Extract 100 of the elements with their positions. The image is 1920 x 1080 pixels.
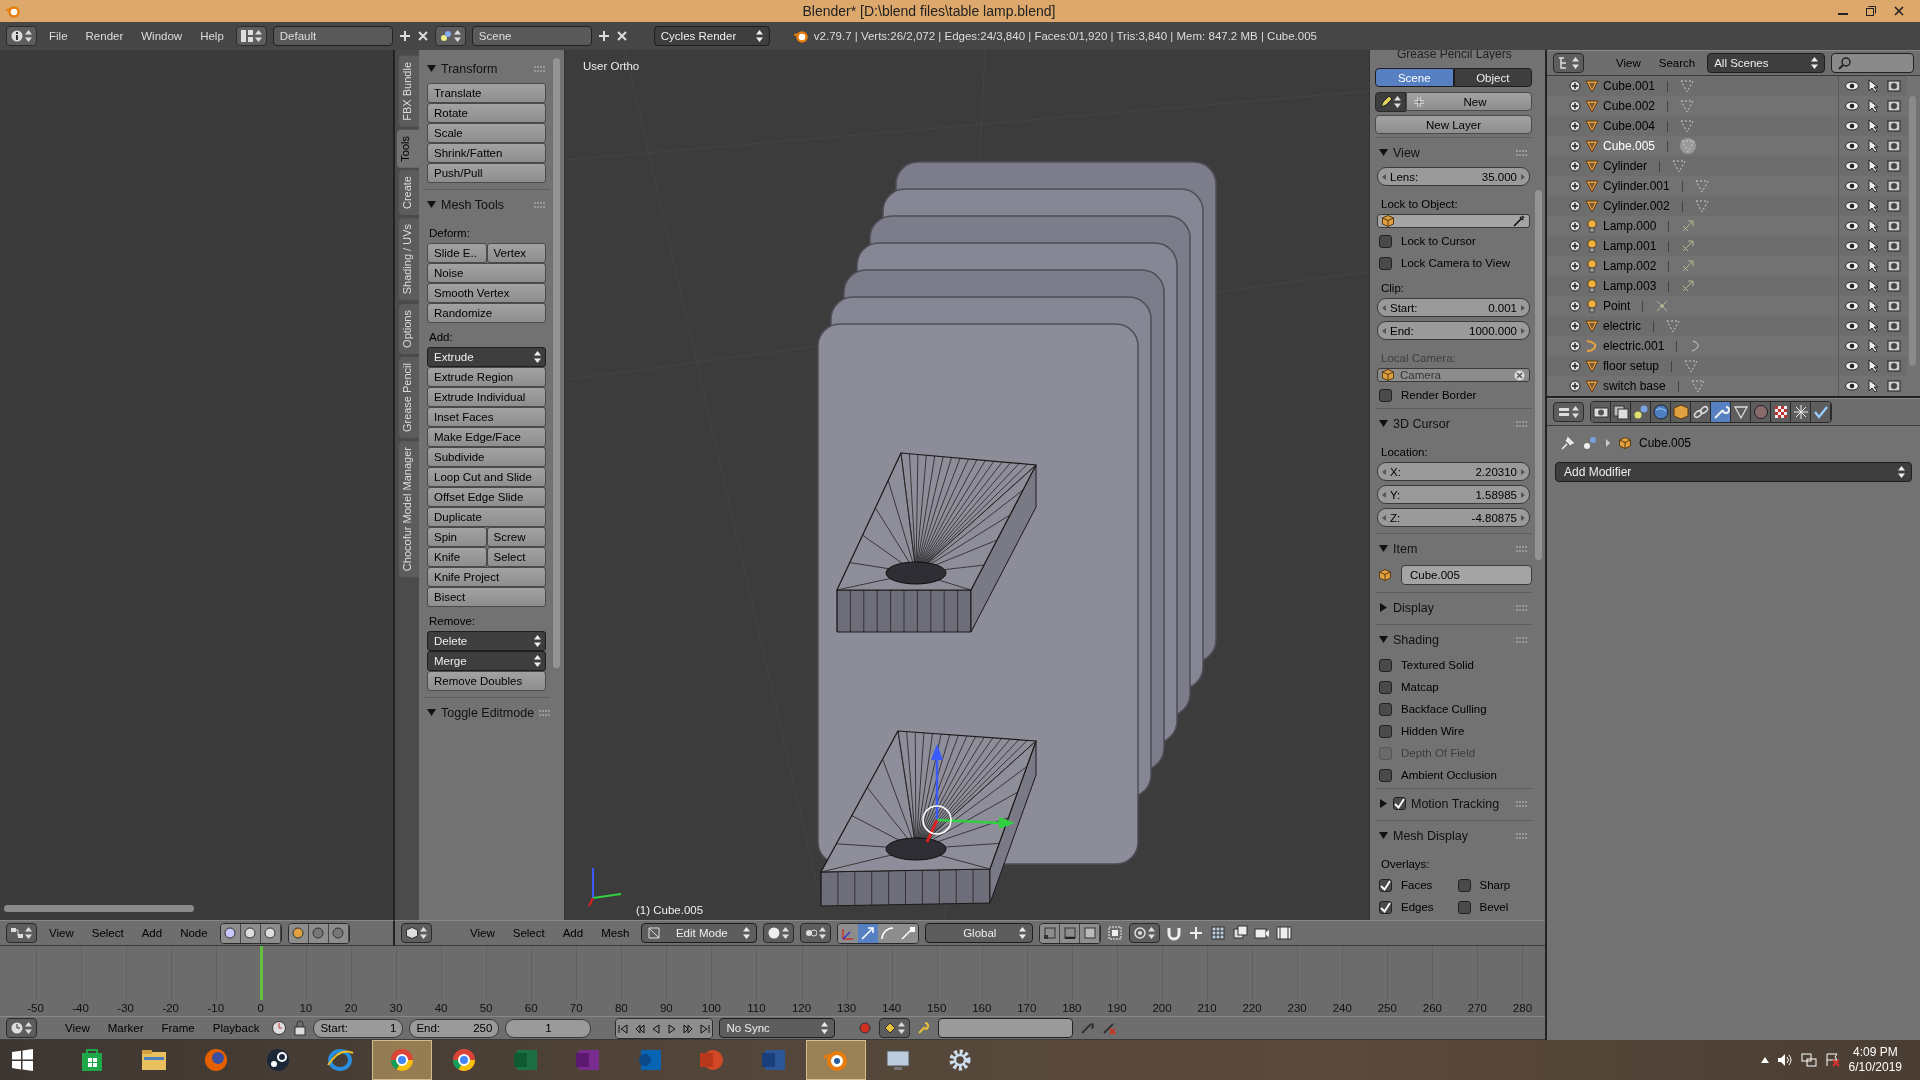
tool-button[interactable]: Extrude Region <box>427 367 546 387</box>
menu-item[interactable]: Marker <box>101 1020 150 1036</box>
tool-button[interactable]: Knife <box>427 547 487 567</box>
outliner-item[interactable]: electric <box>1603 319 1641 333</box>
tool-button[interactable]: Loop Cut and Slide <box>427 467 546 487</box>
shelf-tab[interactable]: Chocofur Model Manager <box>399 440 419 577</box>
panel-header[interactable]: Toggle Editmode <box>423 698 550 727</box>
menu-item[interactable]: Search <box>1652 55 1702 71</box>
mode-toggle[interactable]: Scene <box>1375 68 1454 87</box>
outliner-item[interactable]: Cube.005 <box>1603 139 1656 153</box>
render-engine-dropdown[interactable]: Cycles Render <box>653 26 770 46</box>
outliner-item[interactable]: Cube.002 <box>1603 99 1656 113</box>
name-field[interactable]: Cube.005 <box>1401 565 1532 585</box>
menu-item[interactable]: View <box>1610 55 1647 71</box>
outliner-item[interactable]: electric.001 <box>1603 339 1665 353</box>
scene-field[interactable]: Scene <box>471 26 592 46</box>
panel-header[interactable]: Display <box>1375 593 1532 622</box>
panel-header[interactable]: View <box>1375 138 1532 167</box>
tool-button[interactable]: Subdivide <box>427 447 546 467</box>
menu-item[interactable]: Select <box>506 925 551 941</box>
shelf-tab[interactable]: Tools <box>397 129 419 168</box>
tool-button[interactable]: Shrink/Fatten <box>427 143 546 163</box>
tool-button[interactable]: Rotate <box>427 103 546 123</box>
outliner-item[interactable]: Lamp.001 <box>1603 239 1657 253</box>
number-field[interactable]: Z: -4.80875 <box>1377 508 1530 527</box>
panel-header[interactable]: Item <box>1375 534 1532 563</box>
tool-button[interactable]: Spin <box>427 527 487 547</box>
mode-toggle[interactable]: Object <box>1453 68 1532 87</box>
tool-button[interactable]: Slide E.. <box>427 243 487 263</box>
outliner-item[interactable]: floor setup <box>1603 359 1660 373</box>
dropdown[interactable]: Merge <box>427 651 546 671</box>
panel-header[interactable]: Transform <box>423 54 550 83</box>
menu-item[interactable]: View <box>464 925 501 941</box>
panel-header[interactable]: Motion Tracking <box>1375 789 1532 818</box>
dropdown[interactable]: Extrude <box>427 347 546 367</box>
tool-button[interactable]: Select <box>486 547 546 567</box>
display-mode-dropdown[interactable]: All Scenes <box>1707 53 1826 73</box>
outliner-item[interactable]: Cylinder.001 <box>1603 179 1670 193</box>
outliner-item[interactable]: Lamp.000 <box>1603 219 1657 233</box>
menu-item[interactable]: Playback <box>206 1020 266 1036</box>
number-field[interactable]: Y: 1.58985 <box>1377 485 1530 504</box>
tool-button[interactable]: Push/Pull <box>427 163 546 183</box>
new-button[interactable]: New <box>1406 92 1532 111</box>
layout-field[interactable]: Default <box>272 26 393 46</box>
menu-item[interactable]: Mesh <box>595 925 636 941</box>
panel-header[interactable]: Shading <box>1375 625 1532 654</box>
orientation-dropdown[interactable]: Global <box>925 923 1034 943</box>
tool-button[interactable]: Noise <box>427 263 546 283</box>
menu-item[interactable]: Render <box>79 28 130 44</box>
mode-dropdown[interactable]: Edit Mode <box>641 923 758 943</box>
number-field[interactable]: Start: 0.001 <box>1377 298 1530 317</box>
menu-item[interactable]: Window <box>135 28 189 44</box>
end-frame-field[interactable]: End: 250 <box>409 1018 500 1038</box>
shelf-tab[interactable]: Shading / UVs <box>399 218 419 301</box>
tool-button[interactable]: Remove Doubles <box>427 671 546 691</box>
menu-item[interactable]: View <box>43 925 80 941</box>
menu-item[interactable]: Node <box>174 925 214 941</box>
current-frame-field[interactable]: 1 <box>505 1018 592 1038</box>
tool-button[interactable]: Duplicate <box>427 507 546 527</box>
shelf-tab[interactable]: Grease Pencil <box>399 356 419 438</box>
shelf-tab[interactable]: Create <box>399 170 419 216</box>
shelf-tab[interactable]: Options <box>399 303 419 354</box>
tool-button[interactable]: Make Edge/Face <box>427 427 546 447</box>
tool-button[interactable]: Extrude Individual <box>427 387 546 407</box>
clock[interactable]: 4:09 PM 6/10/2019 <box>1848 1045 1902 1075</box>
outliner-item[interactable]: switch base <box>1603 379 1666 393</box>
panel-header[interactable]: 3D Cursor <box>1375 409 1532 438</box>
menu-item[interactable]: Add <box>556 925 590 941</box>
panel-header[interactable]: Mesh Tools <box>423 190 550 219</box>
menu-item[interactable]: View <box>59 1020 96 1036</box>
outliner-item[interactable]: Cube.004 <box>1603 119 1656 133</box>
outliner-item[interactable]: Cylinder.002 <box>1603 199 1670 213</box>
tool-button[interactable]: Offset Edge Slide <box>427 487 546 507</box>
number-field[interactable]: End: 1000.000 <box>1377 321 1530 340</box>
shelf-tab[interactable]: FBX Bundle <box>399 56 419 127</box>
outliner-item[interactable]: Cube.001 <box>1603 79 1656 93</box>
sync-dropdown[interactable]: No Sync <box>719 1018 836 1038</box>
menu-item[interactable]: Select <box>85 925 130 941</box>
outliner-item[interactable]: Cylinder <box>1603 159 1647 173</box>
tool-button[interactable]: Screw <box>486 527 546 547</box>
tool-button[interactable]: Bisect <box>427 587 546 607</box>
number-field[interactable]: Lens: 35.000 <box>1377 167 1530 186</box>
menu-item[interactable]: File <box>43 28 74 44</box>
tool-button[interactable]: Vertex <box>486 243 546 263</box>
tool-button[interactable]: Inset Faces <box>427 407 546 427</box>
tool-button[interactable]: Knife Project <box>427 567 546 587</box>
tool-button[interactable]: Randomize <box>427 303 546 323</box>
dropdown[interactable]: Delete <box>427 631 546 651</box>
outliner-item[interactable]: Point <box>1603 299 1631 313</box>
panel-header[interactable]: Mesh Display <box>1375 821 1532 850</box>
tool-button[interactable]: Translate <box>427 83 546 103</box>
outliner-item[interactable]: Lamp.002 <box>1603 259 1657 273</box>
menu-item[interactable]: Add <box>135 925 169 941</box>
tool-button[interactable]: Scale <box>427 123 546 143</box>
tool-button[interactable]: Smooth Vertex <box>427 283 546 303</box>
new-layer-button[interactable]: New Layer <box>1375 115 1532 134</box>
menu-item[interactable]: Frame <box>155 1020 201 1036</box>
number-field[interactable]: X: 2.20310 <box>1377 462 1530 481</box>
menu-item[interactable]: Help <box>194 28 230 44</box>
outliner-item[interactable]: Lamp.003 <box>1603 279 1657 293</box>
